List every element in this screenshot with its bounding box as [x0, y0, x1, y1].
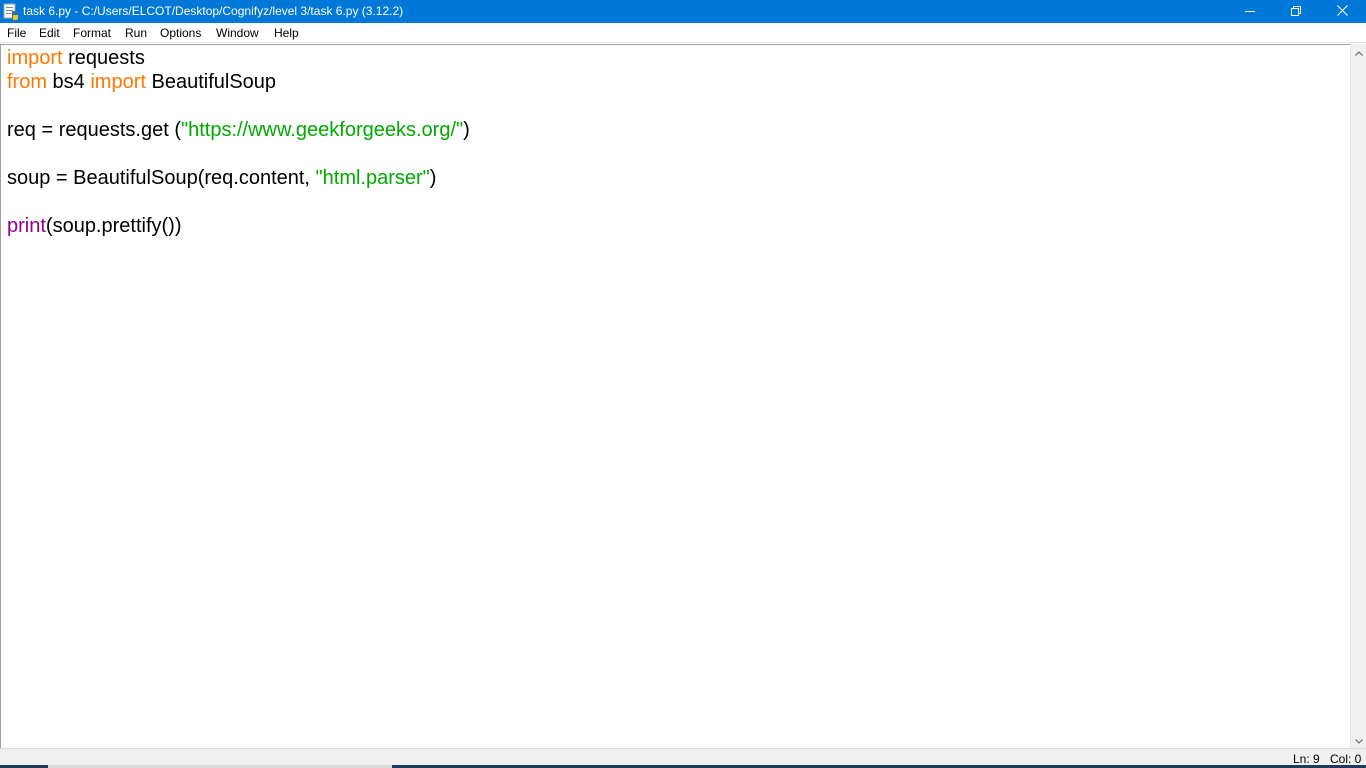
code-token: (soup.prettify()): [45, 215, 182, 237]
code-line: import requests: [7, 46, 470, 70]
menu-edit[interactable]: Edit: [39, 26, 60, 40]
close-icon: [1336, 3, 1348, 21]
menu-window[interactable]: Window: [216, 26, 259, 40]
code-token: ): [429, 167, 437, 189]
code-line: from bs4 import BeautifulSoup: [7, 70, 470, 94]
code-line: soup = BeautifulSoup(req.content, "html.…: [7, 166, 470, 190]
code-token: import: [90, 71, 146, 93]
menu-run[interactable]: Run: [125, 26, 147, 40]
code-token: bs4: [47, 71, 91, 93]
menu-file[interactable]: File: [7, 26, 26, 40]
restore-button[interactable]: [1273, 0, 1319, 23]
code-line: print(soup.prettify()): [7, 214, 470, 238]
menu-options[interactable]: Options: [160, 26, 201, 40]
code-line: req = requests.get ("https://www.geekfor…: [7, 118, 470, 142]
menu-bar: File Edit Format Run Options Window Help: [0, 23, 1366, 43]
code-token: requests: [62, 47, 145, 69]
scroll-up-button[interactable]: [1351, 44, 1366, 60]
minimize-icon: [1245, 3, 1255, 21]
python-file-icon: [3, 3, 20, 20]
code-token: BeautifulSoup: [145, 71, 277, 93]
code-editor[interactable]: import requests from bs4 import Beautiful…: [0, 44, 1350, 748]
chevron-down-icon: [1355, 731, 1363, 749]
code-token: "html.parser": [315, 167, 430, 189]
code-token: req = requests.get (: [7, 119, 181, 141]
code-token: print: [7, 215, 46, 237]
code-token: from: [7, 71, 47, 93]
scroll-down-button[interactable]: [1351, 732, 1366, 748]
chevron-up-icon: [1355, 43, 1363, 61]
close-button[interactable]: [1319, 0, 1365, 23]
menu-help[interactable]: Help: [274, 26, 299, 40]
code-token: import: [7, 47, 63, 69]
title-bar[interactable]: task 6.py - C:/Users/ELCOT/Desktop/Cogni…: [0, 0, 1366, 23]
code-token: ): [463, 119, 470, 141]
window-title: task 6.py - C:/Users/ELCOT/Desktop/Cogni…: [23, 4, 404, 18]
vertical-scrollbar[interactable]: [1350, 44, 1366, 748]
minimize-button[interactable]: [1227, 0, 1273, 23]
restore-icon: [1291, 3, 1301, 21]
code-token: soup = BeautifulSoup(req.content,: [7, 167, 316, 189]
code-text: import requests from bs4 import Beautiful…: [7, 46, 470, 238]
menu-format[interactable]: Format: [73, 26, 111, 40]
code-token: "https://www.geekforgeeks.org/": [180, 119, 464, 141]
